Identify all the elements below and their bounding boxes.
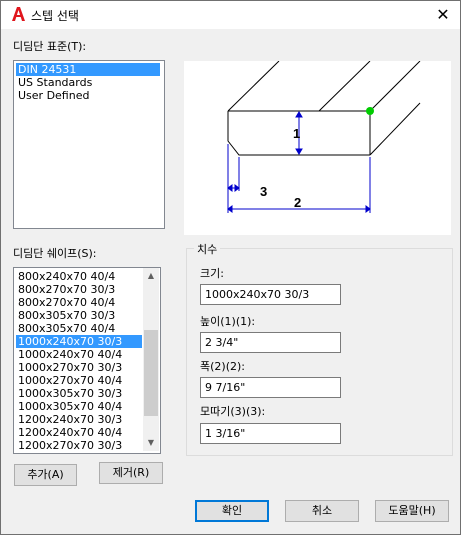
chamfer-field[interactable]: 1 3/16" — [200, 423, 341, 444]
list-item[interactable]: 800x240x70 40/4 — [16, 270, 142, 283]
help-button[interactable]: 도움말(H) — [375, 500, 449, 522]
shapes-scrollbar[interactable]: ▲ ▼ — [143, 268, 159, 451]
chamfer-label: 모따기(3)(3): — [200, 405, 266, 418]
shapes-list[interactable]: 800x240x70 40/4 800x270x70 30/3 800x270x… — [13, 267, 161, 454]
height-field[interactable]: 2 3/4" — [200, 332, 341, 353]
list-item[interactable]: 800x270x70 40/4 — [16, 296, 142, 309]
dimension-label-3: 3 — [260, 184, 267, 199]
scroll-thumb[interactable] — [144, 330, 158, 416]
list-item[interactable]: 1000x240x70 40/4 — [16, 348, 142, 361]
width-label: 폭(2)(2): — [200, 360, 245, 373]
list-item[interactable]: 1000x270x70 40/4 — [16, 374, 142, 387]
dimension-label-1: 1 — [293, 126, 300, 141]
title-bar: 스텝 선택 ✕ — [1, 1, 460, 29]
size-field[interactable]: 1000x240x70 30/3 — [200, 284, 341, 305]
size-label: 크기: — [200, 267, 224, 280]
remove-button[interactable]: 제거(R) — [99, 462, 163, 484]
height-label: 높이(1)(1): — [200, 315, 256, 328]
step-select-dialog: 스텝 선택 ✕ 디딤단 표준(T): DIN 24531 US Standard… — [0, 0, 461, 535]
standards-label: 디딤단 표준(T): — [13, 40, 87, 53]
step-preview-image: 1 2 3 — [184, 60, 451, 235]
list-item[interactable]: 1000x305x70 30/3 — [16, 387, 142, 400]
cancel-button[interactable]: 취소 — [285, 500, 359, 522]
scroll-down-icon[interactable]: ▼ — [143, 435, 159, 451]
ok-button[interactable]: 확인 — [195, 500, 269, 522]
list-item[interactable]: 800x270x70 30/3 — [16, 283, 142, 296]
list-item[interactable]: 1000x240x70 30/3 — [16, 335, 142, 348]
close-icon[interactable]: ✕ — [433, 5, 453, 25]
list-item[interactable]: 1200x270x70 30/3 — [16, 439, 142, 452]
shapes-label: 디딤단 쉐이프(S): — [13, 247, 97, 260]
list-item[interactable]: US Standards — [16, 76, 160, 89]
dimension-label-2: 2 — [294, 195, 301, 210]
list-item[interactable]: User Defined — [16, 89, 160, 102]
list-item[interactable]: 1000x270x70 30/3 — [16, 361, 142, 374]
dialog-title: 스텝 선택 — [31, 9, 79, 23]
list-item[interactable]: 800x305x70 40/4 — [16, 322, 142, 335]
list-item[interactable]: 1200x240x70 40/4 — [16, 426, 142, 439]
list-item[interactable]: 800x305x70 30/3 — [16, 309, 142, 322]
autocad-a-icon — [10, 6, 26, 22]
dimensions-group-title: 치수 — [194, 241, 221, 257]
list-item[interactable]: 1200x240x70 30/3 — [16, 413, 142, 426]
add-button[interactable]: 추가(A) — [14, 464, 77, 486]
step-preview-drawing: 1 2 3 — [227, 60, 421, 213]
step-outline — [227, 60, 421, 156]
grip-point-icon — [366, 107, 374, 115]
standards-list[interactable]: DIN 24531 US Standards User Defined — [13, 60, 165, 229]
width-field[interactable]: 9 7/16" — [200, 377, 341, 398]
list-item[interactable]: DIN 24531 — [16, 63, 160, 76]
list-item[interactable]: 1000x305x70 40/4 — [16, 400, 142, 413]
scroll-up-icon[interactable]: ▲ — [143, 268, 159, 284]
